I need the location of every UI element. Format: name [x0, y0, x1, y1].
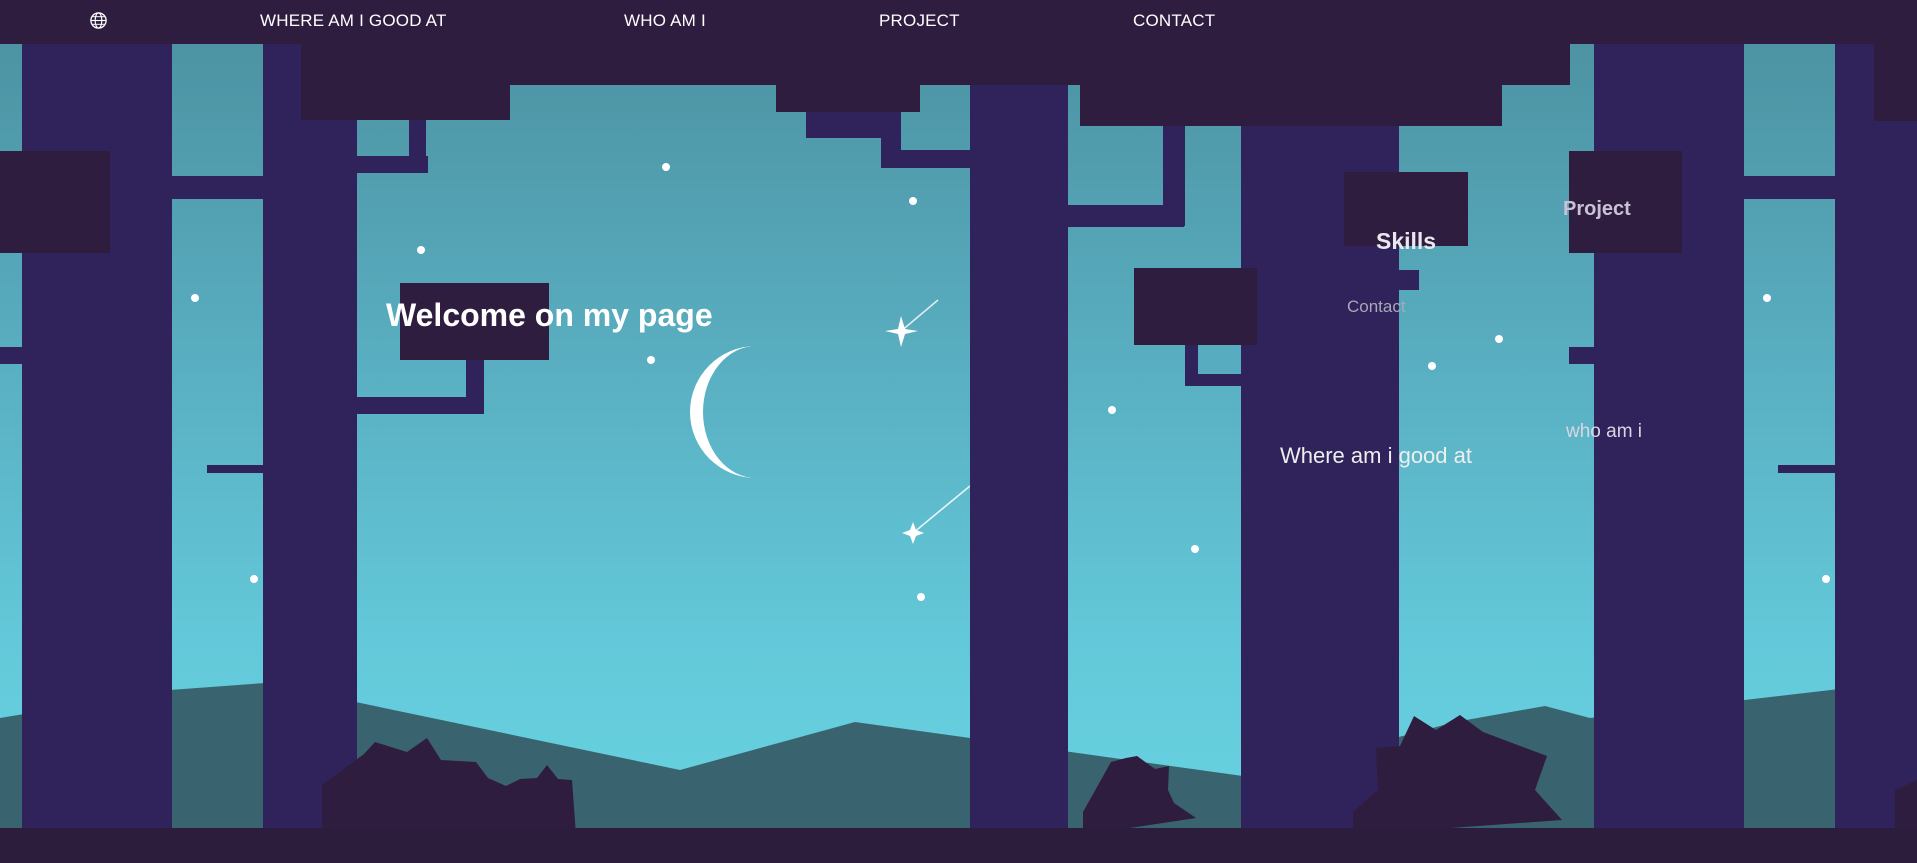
- nav-contact[interactable]: CONTACT: [1133, 11, 1215, 31]
- top-navigation: WHERE AM I GOOD AT WHO AM I PROJECT CONT…: [0, 0, 1917, 44]
- ground: [0, 828, 1917, 863]
- nav-where-am-i-good-at[interactable]: WHERE AM I GOOD AT: [260, 11, 447, 31]
- globe-icon[interactable]: [89, 11, 108, 30]
- bushes: [322, 715, 1917, 835]
- nav-who-am-i[interactable]: WHO AM I: [624, 11, 706, 31]
- night-forest-scene: Welcome on my page Skills Project Contac…: [0, 0, 1917, 863]
- nav-project[interactable]: PROJECT: [879, 11, 960, 31]
